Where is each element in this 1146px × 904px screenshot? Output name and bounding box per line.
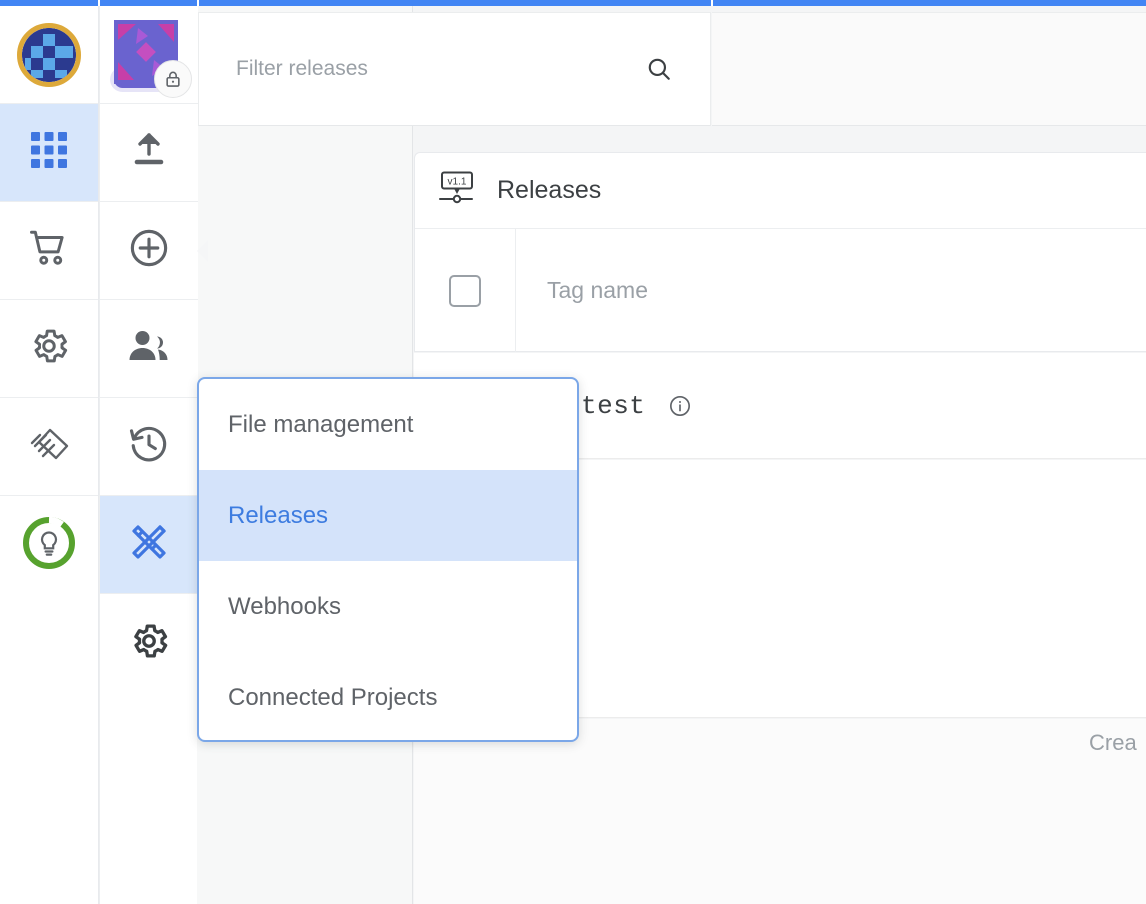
sidebar-item-people[interactable] (100, 300, 198, 398)
menu-item-webhooks[interactable]: Webhooks (199, 561, 577, 652)
menu-item-file-management[interactable]: File management (199, 379, 577, 470)
search-input[interactable] (234, 49, 614, 89)
releases-card-header: v1.1 Releases (415, 153, 1146, 229)
created-column-label: Crea (1089, 730, 1137, 756)
gear-icon (128, 620, 170, 667)
people-icon (127, 328, 171, 369)
sidebar-item-insights[interactable] (0, 496, 98, 594)
select-all-cell[interactable] (415, 229, 516, 352)
svg-text:v1.1: v1.1 (448, 177, 467, 188)
org-logo[interactable] (0, 6, 98, 104)
primary-nav-rail (0, 6, 98, 904)
version-tag-icon: v1.1 (439, 171, 479, 210)
menu-item-releases[interactable]: Releases (199, 470, 577, 561)
plus-circle-icon (128, 227, 170, 274)
search-icon[interactable] (646, 56, 672, 82)
secondary-nav-rail (99, 6, 197, 904)
tag-name-label: Tag name (547, 277, 648, 304)
project-avatar[interactable] (100, 6, 198, 104)
sidebar-item-history[interactable] (100, 398, 198, 496)
menu-item-label: Releases (228, 502, 328, 530)
releases-table-header-row: Tag name (415, 229, 1146, 352)
lightbulb-progress-icon (21, 515, 77, 576)
pen-ruler-icon (125, 518, 173, 571)
sidebar-item-settings[interactable] (0, 300, 98, 398)
sidebar-item-apps[interactable] (0, 104, 98, 202)
toolbar-right-region (712, 12, 1146, 126)
menu-item-connected-projects[interactable]: Connected Projects (199, 652, 577, 742)
release-tag-name: test (581, 391, 645, 421)
filter-releases-search[interactable] (198, 12, 711, 126)
handshake-icon (26, 424, 72, 469)
menu-item-label: Webhooks (228, 593, 341, 621)
flyout-indicator-icon (197, 240, 208, 262)
app-root: v1.1 Releases Tag name test (0, 0, 1146, 904)
info-icon[interactable] (669, 395, 691, 417)
menu-item-label: Connected Projects (228, 684, 437, 712)
sidebar-item-project-settings[interactable] (100, 594, 198, 692)
checkered-circle-logo (17, 23, 81, 87)
tag-name-column-header[interactable]: Tag name (516, 229, 1146, 352)
bottom-band (414, 719, 1146, 904)
lock-icon (154, 60, 192, 98)
gear-icon (28, 325, 70, 372)
upload-icon (129, 130, 169, 175)
sidebar-item-upload[interactable] (100, 104, 198, 202)
select-all-checkbox[interactable] (449, 275, 481, 307)
apps-grid-icon (31, 132, 67, 173)
sidebar-item-partners[interactable] (0, 398, 98, 496)
sidebar-item-add[interactable] (100, 202, 198, 300)
menu-item-label: File management (228, 411, 413, 439)
sidebar-item-design[interactable] (100, 496, 198, 594)
releases-card: v1.1 Releases Tag name (414, 152, 1146, 352)
history-icon (128, 423, 170, 470)
sidebar-item-shop[interactable] (0, 202, 98, 300)
releases-card-title: Releases (497, 176, 601, 205)
shopping-cart-icon (28, 227, 70, 274)
design-flyout-menu: File management Releases Webhooks Connec… (197, 377, 579, 742)
